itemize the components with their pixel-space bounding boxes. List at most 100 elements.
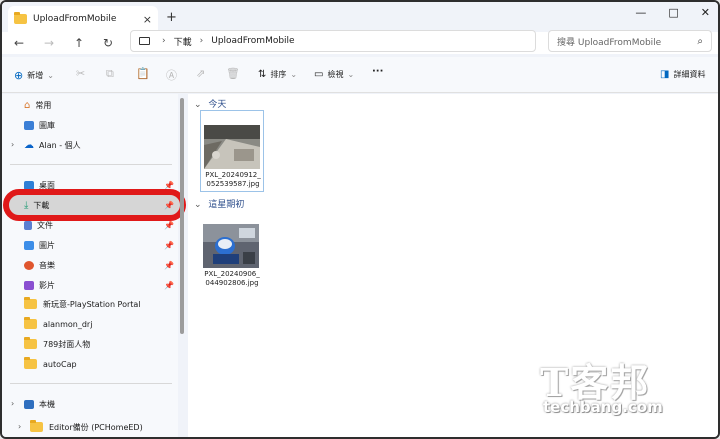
sidebar-item-label: 圖片: [39, 240, 55, 250]
pin-icon[interactable]: 📌: [164, 221, 174, 230]
chevron-down-icon: ⌄: [194, 100, 202, 110]
maximize-button[interactable]: □: [668, 6, 678, 19]
copy-icon[interactable]: ⧉: [106, 67, 114, 81]
videos-icon: [24, 280, 34, 290]
chevron-right-icon[interactable]: ›: [18, 422, 21, 431]
cut-icon[interactable]: ✂: [76, 67, 85, 80]
sort-label: 排序: [270, 70, 287, 79]
pin-icon[interactable]: 📌: [164, 281, 174, 290]
chevron-right-icon: ›: [199, 36, 204, 46]
chevron-right-icon[interactable]: ›: [11, 399, 14, 408]
folder-icon: [14, 12, 27, 24]
tab-title: UploadFromMobile: [33, 14, 117, 24]
documents-icon: [24, 220, 32, 230]
search-placeholder: 搜尋 UploadFromMobile: [557, 37, 662, 48]
view-icon: ▭: [314, 69, 324, 80]
sidebar-divider: [10, 383, 172, 384]
sort-icon: ⇅: [258, 69, 267, 80]
chevron-down-icon: ⌄: [290, 70, 298, 79]
group-header-early-this-week[interactable]: ⌄ 這星期初: [194, 197, 244, 210]
delete-icon[interactable]: 🗑: [226, 67, 240, 80]
view-button[interactable]: ▭ 檢視 ⌄: [314, 69, 354, 80]
sidebar-item-label: Alan - 個人: [39, 140, 81, 150]
red-highlight-ring: [3, 189, 186, 221]
file-name: PXL_20240912_: [205, 171, 261, 179]
folder-icon: [24, 337, 37, 349]
gallery-icon: [24, 120, 34, 130]
breadcrumb-current[interactable]: UploadFromMobile: [211, 36, 294, 46]
sidebar-item-label: alanmon_drj: [43, 319, 93, 329]
sidebar-divider: [10, 164, 172, 165]
file-item[interactable]: PXL_20240912_ 052539587.jpg: [200, 110, 264, 192]
group-label: 這星期初: [208, 200, 245, 210]
sort-button[interactable]: ⇅ 排序 ⌄: [258, 69, 297, 80]
up-arrow-icon[interactable]: ↑: [74, 36, 84, 50]
folder-icon: [24, 297, 37, 309]
search-box[interactable]: 搜尋 UploadFromMobile ⌕: [548, 30, 712, 52]
share-icon[interactable]: ⇗: [196, 67, 205, 80]
file-name: PXL_20240906_: [204, 270, 260, 278]
photo-thumbnail: [204, 125, 260, 169]
sidebar-item-onedrive[interactable]: ☁ Alan - 個人: [24, 136, 176, 154]
sidebar-item-label: 音樂: [39, 260, 55, 270]
photo-thumbnail: [203, 224, 259, 268]
folder-icon: [24, 317, 37, 329]
forward-arrow-icon[interactable]: →: [44, 36, 54, 50]
file-name: 052539587.jpg: [206, 180, 260, 188]
pc-icon: [24, 399, 34, 409]
sidebar-item-drive[interactable]: Editor備份 (PCHomeED): [30, 418, 182, 436]
view-label: 檢視: [327, 70, 344, 79]
refresh-icon[interactable]: ↻: [103, 36, 113, 50]
close-button[interactable]: ✕: [701, 6, 710, 19]
file-item[interactable]: PXL_20240906_ 044902806.jpg: [200, 210, 264, 292]
plus-circle-icon: ⊕: [14, 69, 24, 82]
new-tab-button[interactable]: +: [166, 10, 177, 25]
chevron-right-icon: ›: [162, 36, 166, 46]
pictures-icon: [24, 240, 34, 250]
title-bar: UploadFromMobile × + — □ ✕: [2, 2, 718, 32]
sidebar-item-music[interactable]: 音樂 📌: [24, 256, 176, 274]
tab-close-button[interactable]: ×: [143, 13, 152, 26]
sidebar-item-label: Editor備份 (PCHomeED): [49, 422, 143, 432]
sidebar-item-folder[interactable]: alanmon_drj: [24, 315, 176, 333]
pin-icon[interactable]: 📌: [164, 241, 174, 250]
new-button[interactable]: ⊕ 新增 ⌄: [14, 69, 54, 82]
sidebar-scrollbar[interactable]: [180, 98, 184, 334]
details-button[interactable]: ◨ 詳細資料: [660, 69, 705, 80]
group-label: 今天: [208, 100, 227, 110]
sidebar-item-folder[interactable]: 789封面人物: [24, 335, 176, 353]
tab-uploadfrommobile[interactable]: UploadFromMobile ×: [8, 6, 158, 32]
sidebar-item-label: 789封面人物: [43, 339, 91, 349]
group-header-today[interactable]: ⌄ 今天: [194, 97, 226, 110]
sidebar-item-label: 文件: [37, 220, 53, 230]
paste-icon[interactable]: 📋: [136, 67, 150, 80]
chevron-down-icon: ⌄: [347, 70, 355, 79]
pin-icon[interactable]: 📌: [164, 261, 174, 270]
sidebar-item-label: 本機: [39, 399, 55, 409]
new-label: 新增: [27, 71, 44, 80]
rename-icon[interactable]: Ⓐ: [166, 67, 177, 83]
file-name: 044902806.jpg: [205, 279, 259, 287]
sidebar-item-label: 影片: [39, 280, 55, 290]
sidebar-item-pictures[interactable]: 圖片 📌: [24, 236, 176, 254]
address-bar[interactable]: › 下載 › UploadFromMobile: [130, 30, 536, 52]
sidebar-item-folder[interactable]: 新玩意-PlayStation Portal: [24, 295, 176, 313]
sidebar-item-folder[interactable]: autoCap: [24, 355, 176, 373]
command-bar: ⊕ 新增 ⌄ ✂ ⧉ 📋 Ⓐ ⇗ 🗑 ⇅ 排序 ⌄ ▭ 檢視 ⌄ ··· ◨ 詳…: [2, 57, 718, 93]
sidebar-item-videos[interactable]: 影片 📌: [24, 276, 176, 294]
music-icon: [24, 260, 34, 270]
sidebar-item-home[interactable]: ⌂ 常用: [24, 96, 176, 114]
breadcrumb-downloads[interactable]: 下載: [174, 35, 192, 48]
sidebar-item-this-pc[interactable]: 本機: [24, 395, 176, 413]
chevron-right-icon[interactable]: ›: [11, 140, 14, 149]
watermark-site: techbang.com: [543, 398, 663, 416]
back-arrow-icon[interactable]: ←: [14, 36, 24, 50]
minimize-button[interactable]: —: [635, 6, 646, 19]
more-options-button[interactable]: ···: [372, 66, 383, 77]
file-explorer-window: UploadFromMobile × + — □ ✕ ← → ↑ ↻ › 下載 …: [0, 0, 720, 439]
search-icon: ⌕: [697, 35, 703, 47]
sidebar-item-label: autoCap: [43, 359, 77, 369]
sidebar-item-gallery[interactable]: 圖庫: [24, 116, 176, 134]
sidebar-item-label: 新玩意-PlayStation Portal: [43, 299, 141, 309]
folder-icon: [24, 357, 37, 369]
